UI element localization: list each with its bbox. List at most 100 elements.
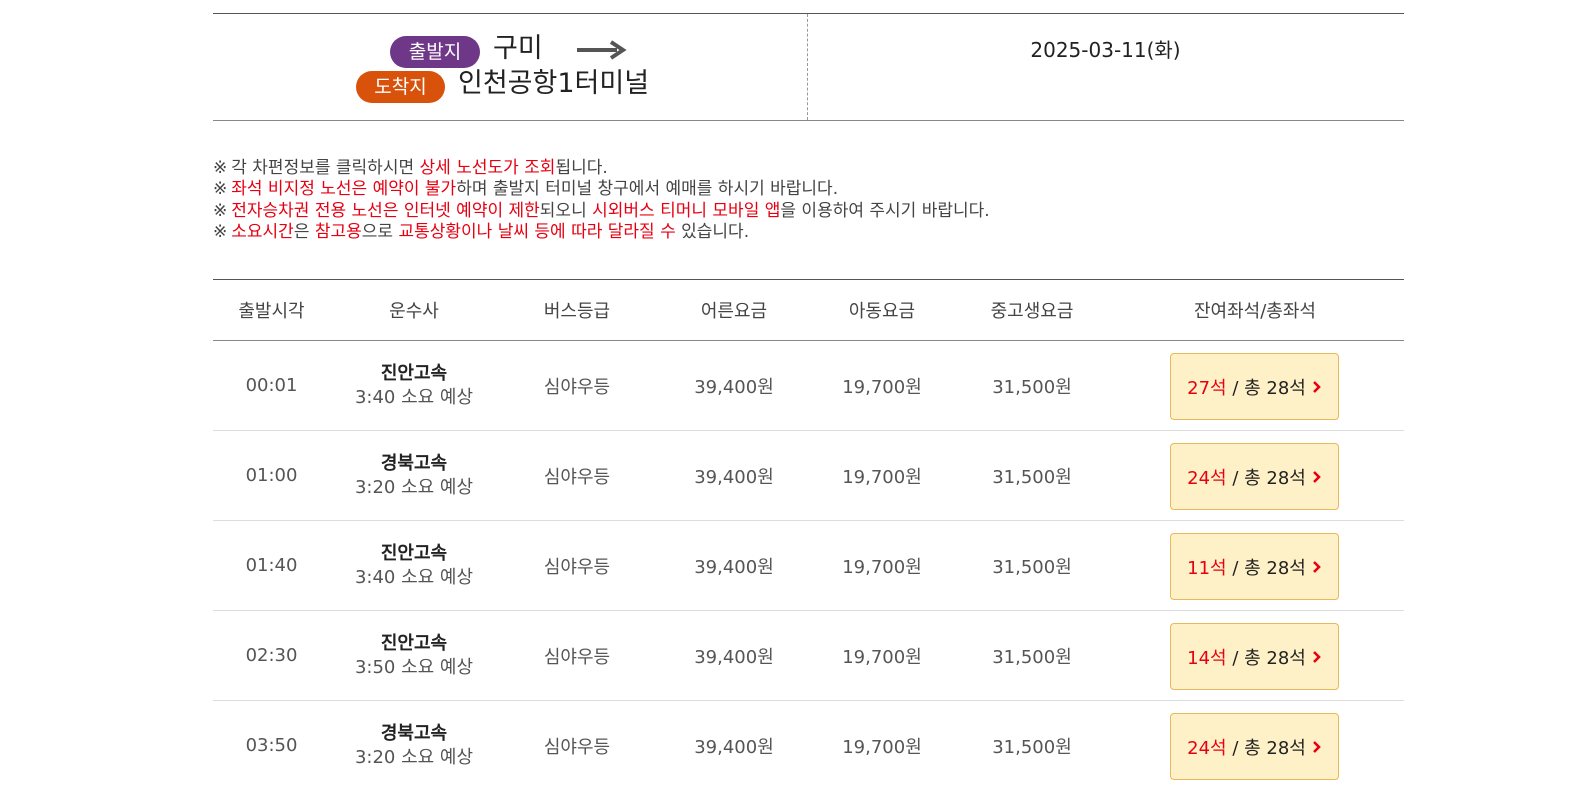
bus-grade: 심야우등 [543,736,611,758]
duration: 3:50 소요 예상 [354,656,474,678]
company-cell: 경북고속 3:20 소요 예상 [344,431,484,520]
total-seats: / 총 28석 [1226,647,1306,669]
notice-text: 으로 [361,221,399,242]
duration: 3:40 소요 예상 [354,386,474,408]
company-name: 경북고속 [380,452,448,474]
adult-fare: 39,400원 [694,466,774,488]
seat-select-button[interactable]: 11석 / 총 28석 [1170,533,1339,600]
header-company: 운수사 [389,301,439,322]
arrival-city: 인천공항1터미널 [458,68,650,99]
child-fare: 19,700원 [842,466,922,488]
notice-highlight: 상세 노선도가 조회 [419,158,556,178]
notice-highlight: 교통상황이나 날씨 등에 따라 달라질 수 [398,221,676,242]
company-cell: 진안고속 3:40 소요 예상 [344,341,484,430]
company-name: 경북고속 [380,722,448,744]
travel-date: 2025-03-11(화) [1030,38,1181,62]
total-seats: / 총 28석 [1226,377,1306,399]
seat-select-button[interactable]: 27석 / 총 28석 [1170,353,1339,420]
remaining-seats: 24석 [1187,737,1227,759]
seat-select-button[interactable]: 24석 / 총 28석 [1170,713,1339,780]
departure-time: 01:40 [245,555,298,576]
notice-mark: ※ [213,200,228,221]
notice-item: ※ 좌석 비지정 노선은 예약이 불가하며 출발지 터미널 창구에서 예매를 하시… [213,179,990,200]
header-student-fare: 중고생요금 [990,301,1074,322]
student-fare: 31,500원 [992,646,1072,668]
notice-mark: ※ [213,179,228,200]
table-row[interactable]: 02:30 진안고속 3:50 소요 예상 심야우등 39,400원 19,700원 31,… [213,611,1404,701]
table-row[interactable]: 01:00 경북고속 3:20 소요 예상 심야우등 39,400원 19,700원 31,… [213,431,1404,521]
child-fare: 19,700원 [842,646,922,668]
student-fare: 31,500원 [992,376,1072,398]
arrival-badge: 도착지 [356,71,445,103]
company-name: 진안고속 [380,632,448,654]
child-fare: 19,700원 [842,736,922,758]
company-cell: 진안고속 3:50 소요 예상 [344,611,484,700]
notice-text: 되오니 [539,200,593,221]
bus-grade: 심야우등 [543,556,611,578]
table-header: 출발시각 운수사 버스등급 어른요금 아동요금 중고생요금 잔여좌석/총좌석 [213,280,1404,341]
table-row[interactable]: 03:50 경북고속 3:20 소요 예상 심야우등 39,400원 19,700원 31,… [213,701,1404,790]
notice-text: 됩니다. [555,158,608,178]
total-seats: / 총 28석 [1226,557,1306,579]
company-name: 진안고속 [380,362,448,384]
route-divider [807,14,808,120]
table-row[interactable]: 01:40 진안고속 3:40 소요 예상 심야우등 39,400원 19,700원 31,… [213,521,1404,611]
header-bus-grade: 버스등급 [543,301,611,322]
notice-text: 은 [293,221,315,242]
child-fare: 19,700원 [842,376,922,398]
student-fare: 31,500원 [992,466,1072,488]
company-cell: 경북고속 3:20 소요 예상 [344,701,484,790]
remaining-seats: 27석 [1187,377,1227,399]
departure-city: 구미 [493,33,543,64]
child-fare: 19,700원 [842,556,922,578]
header-departure-time: 출발시각 [238,301,305,322]
company-name: 진안고속 [380,542,448,564]
chevron-right-icon [1312,380,1321,393]
table-row[interactable]: 00:01 진안고속 3:40 소요 예상 심야우등 39,400원 19,700원 31,… [213,341,1404,431]
bus-grade: 심야우등 [543,646,611,668]
notice-highlight: 시외버스 티머니 모바일 앱 [592,200,781,221]
adult-fare: 39,400원 [694,736,774,758]
duration: 3:20 소요 예상 [354,476,474,498]
notice-mark: ※ [213,221,228,242]
duration: 3:40 소요 예상 [354,566,474,588]
chevron-right-icon [1312,470,1321,483]
notice-highlight: 참고용 [314,221,362,242]
seat-select-button[interactable]: 24석 / 총 28석 [1170,443,1339,510]
header-child-fare: 아동요금 [848,301,916,322]
remaining-seats: 14석 [1187,647,1227,669]
notice-list: ※ 각 차편정보를 클릭하시면 상세 노선도가 조회됩니다. ※ 좌석 비지정 노선은… [213,158,990,243]
header-seats: 잔여좌석/총좌석 [1194,301,1316,322]
total-seats: / 총 28석 [1226,737,1306,759]
departure-time: 02:30 [245,645,298,666]
adult-fare: 39,400원 [694,646,774,668]
route-summary: 출발지 구미 도착지 인천공항1터미널 2025-03-11(화) [213,13,1404,121]
header-adult-fare: 어른요금 [700,301,768,322]
notice-highlight: 좌석 비지정 노선은 예약이 불가 [231,179,457,200]
notice-mark: ※ [213,158,228,178]
arrow-right-icon [577,40,627,60]
notice-text: 있습니다. [675,221,750,242]
remaining-seats: 24석 [1187,467,1227,489]
notice-highlight: 소요시간 [231,221,294,242]
notice-highlight: 전자승차권 전용 노선은 인터넷 예약이 제한 [231,200,540,221]
departure-badge: 출발지 [390,36,480,68]
total-seats: / 총 28석 [1226,467,1306,489]
adult-fare: 39,400원 [694,556,774,578]
notice-text: 하며 출발지 터미널 창구에서 예매를 하시기 바랍니다. [456,179,839,200]
departure-time: 01:00 [245,465,298,486]
seat-select-button[interactable]: 14석 / 총 28석 [1170,623,1339,690]
student-fare: 31,500원 [992,736,1072,758]
chevron-right-icon [1312,560,1321,573]
remaining-seats: 11석 [1187,557,1227,579]
bus-grade: 심야우등 [543,466,611,488]
bus-grade: 심야우등 [543,376,611,398]
company-cell: 진안고속 3:40 소요 예상 [344,521,484,610]
student-fare: 31,500원 [992,556,1072,578]
adult-fare: 39,400원 [694,376,774,398]
notice-item: ※ 소요시간은 참고용으로 교통상황이나 날씨 등에 따라 달라질 수 있습니다. [213,222,990,243]
departure-time: 03:50 [245,735,298,756]
schedule-table: 출발시각 운수사 버스등급 어른요금 아동요금 중고생요금 잔여좌석/총좌석 0… [213,279,1404,790]
chevron-right-icon [1312,650,1321,663]
notice-text: 각 차편정보를 클릭하시면 [231,158,420,178]
